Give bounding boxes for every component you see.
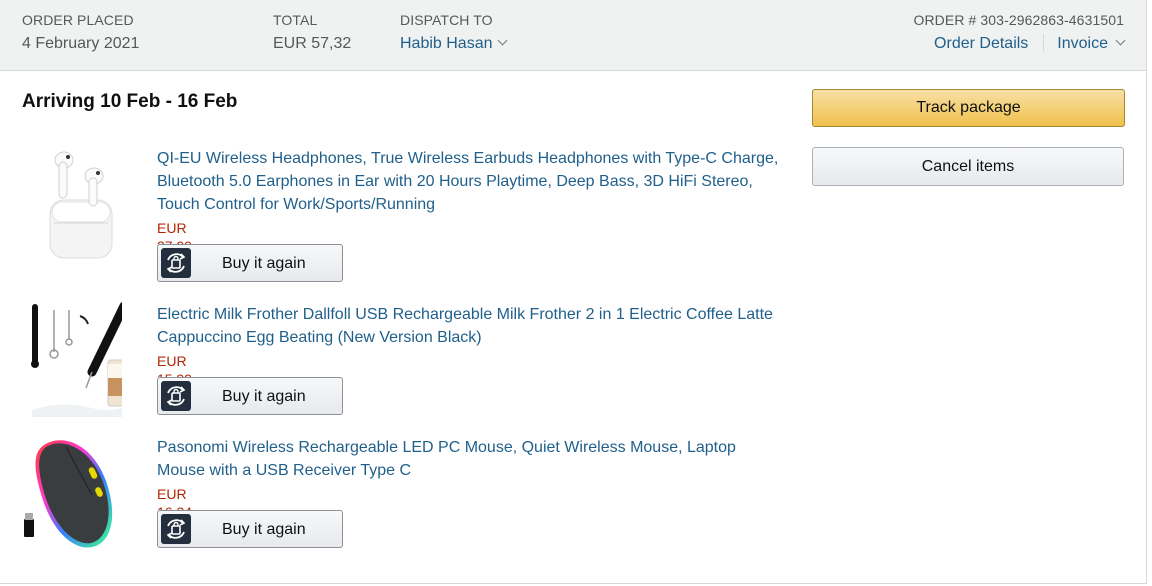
- milk-frother-image[interactable]: [22, 302, 122, 417]
- buy-it-again-button[interactable]: Buy it again: [157, 510, 343, 548]
- order-number: ORDER # 303-2962863-4631501: [913, 12, 1124, 28]
- buy-it-again-button[interactable]: Buy it again: [157, 377, 343, 415]
- order-placed-value: 4 February 2021: [22, 35, 140, 52]
- dispatch-label: DISPATCH TO: [400, 12, 493, 28]
- order-header: ORDER PLACED 4 February 2021 TOTAL EUR 5…: [0, 0, 1146, 71]
- total-group: TOTAL EUR 57,32: [273, 12, 351, 54]
- order-placed-label: ORDER PLACED: [22, 12, 134, 28]
- total-label: TOTAL: [273, 12, 318, 28]
- buy-again-icon: [161, 248, 191, 278]
- dispatch-recipient-dropdown[interactable]: Habib Hasan: [400, 34, 507, 54]
- dispatch-group: DISPATCH TO Habib Hasan: [400, 12, 507, 54]
- invoice-link[interactable]: Invoice: [1057, 35, 1108, 52]
- product-title-link[interactable]: QI-EU Wireless Headphones, True Wireless…: [157, 147, 787, 216]
- buy-it-again-label: Buy it again: [222, 255, 306, 272]
- dispatch-recipient[interactable]: Habib Hasan: [400, 35, 493, 52]
- chevron-down-icon: [1115, 35, 1126, 46]
- order-placed-group: ORDER PLACED 4 February 2021: [22, 12, 139, 54]
- buy-it-again-label: Buy it again: [222, 521, 306, 538]
- cancel-items-button[interactable]: Cancel items: [812, 147, 1124, 186]
- buy-again-icon: [161, 381, 191, 411]
- order-number-group: ORDER # 303-2962863-4631501 Order Detail…: [913, 12, 1126, 54]
- divider: [1043, 33, 1045, 52]
- buy-it-again-button[interactable]: Buy it again: [157, 244, 343, 282]
- product-title-link[interactable]: Pasonomi Wireless Rechargeable LED PC Mo…: [157, 436, 787, 482]
- order-details-link[interactable]: Order Details: [934, 35, 1028, 52]
- chevron-down-icon: [497, 35, 507, 46]
- earbuds-image[interactable]: [22, 146, 122, 261]
- total-value: EUR 57,32: [273, 35, 352, 52]
- buy-again-icon: [161, 514, 191, 544]
- product-title-link[interactable]: Electric Milk Frother Dallfoll USB Recha…: [157, 303, 787, 349]
- mouse-image[interactable]: [22, 435, 122, 550]
- buy-it-again-label: Buy it again: [222, 388, 306, 405]
- arrival-heading: Arriving 10 Feb - 16 Feb: [22, 91, 238, 112]
- track-package-button[interactable]: Track package: [812, 89, 1125, 127]
